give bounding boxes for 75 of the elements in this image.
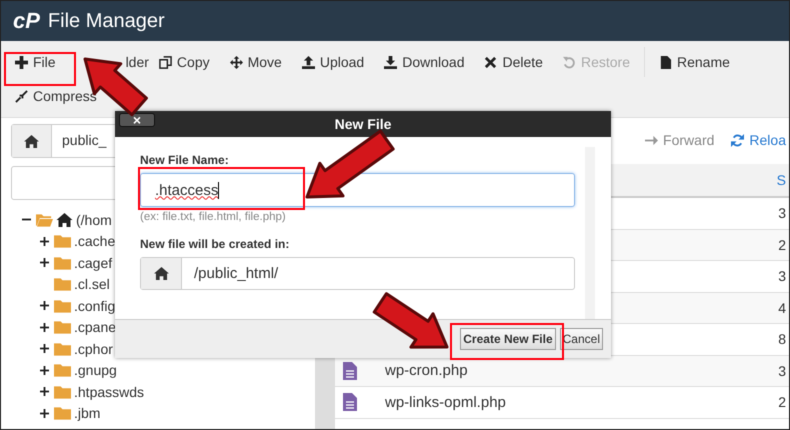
tree-item[interactable]: .cpane [74,319,116,336]
nav-button[interactable]: Reloa [731,124,786,156]
table-cell: 2 [778,394,786,410]
folder-icon [54,342,71,356]
toolbar-button[interactable]: Move [220,50,292,74]
folder-icon [54,320,71,334]
toolbar-button[interactable]: Download [374,50,474,74]
hint-text: (ex: file.txt, file.html, file.php) [140,211,286,223]
table-cell: 2 [778,236,786,253]
tree-item[interactable]: .jbm [74,405,100,422]
reload-icon [731,134,744,146]
tree-item[interactable]: .cache [74,233,116,250]
highlight-box [4,52,76,86]
close-button[interactable]: × [119,113,155,127]
table-cell: 3 [778,362,786,379]
folder-icon [54,406,71,420]
download-icon [384,56,398,68]
dialog-title: New File [334,116,392,132]
folder-icon [54,298,71,313]
app-title: File Manager [48,10,165,32]
compress-icon [15,90,28,102]
scrollbar[interactable] [585,147,595,319]
tree-item[interactable]: .htpasswds [74,384,144,400]
table-cell: 3 [778,268,786,284]
toolbar-button[interactable]: Delete [474,50,553,74]
plus-icon [15,56,28,68]
folder-icon [54,234,71,248]
cancel-button[interactable]: Cancel [560,328,603,350]
tree-item[interactable]: .gnupg [74,362,117,378]
toolbar-button[interactable]: File [5,50,66,74]
tree-item[interactable]: .cagef [74,254,112,271]
arrow-right-icon [645,134,658,146]
folder-icon [54,384,71,399]
upload-icon [302,56,315,68]
tree-item[interactable]: (/hom [76,212,112,228]
folder-icon [36,212,53,227]
plus-icon[interactable] [40,387,49,396]
logo: cP [13,8,40,34]
plus-icon[interactable] [40,366,49,375]
file-name[interactable]: wp-links-opml.php [385,394,506,411]
plus-icon[interactable] [40,236,49,246]
plus-icon[interactable] [40,258,49,268]
tree-item[interactable]: .config [74,298,116,314]
file-name[interactable]: wp-cron.php [385,362,468,380]
table-row[interactable]: wp-cron.php 3 [335,356,789,387]
toolbar-button[interactable]: Upload [292,50,374,74]
table-cell: 8 [778,331,786,348]
toolbar-button[interactable]: Compress [5,84,107,108]
column-header[interactable]: S [776,172,786,188]
folder-icon [54,277,71,292]
close-icon [484,56,498,68]
toolbar-button[interactable]: lder [126,50,149,74]
document-icon [658,56,672,68]
move-icon [230,56,243,68]
plus-icon[interactable] [40,322,49,332]
toolbar-button[interactable]: Rename [648,50,740,74]
table-cell: 4 [778,300,786,316]
toolbar-button[interactable]: Copy [148,50,220,74]
file-icon [343,362,357,380]
plus-icon[interactable] [40,301,49,310]
field-label: New file will be created in: [140,237,290,251]
create-button[interactable]: Create New File [460,328,556,350]
tree-item[interactable]: .cphor [74,340,113,357]
plus-icon[interactable] [40,408,49,418]
input-field[interactable]: .htaccess [140,173,575,207]
copy-icon [158,56,172,68]
plus-icon[interactable] [40,344,49,354]
undo-icon [562,56,576,68]
home-icon [56,212,73,227]
table-cell: 3 [778,205,786,222]
folder-icon [54,363,71,378]
tree-item[interactable]: .cl.sel [74,276,110,292]
file-icon [343,393,357,412]
folder-icon [54,256,71,270]
table-row[interactable]: wp-links-opml.php 2 [335,387,789,418]
